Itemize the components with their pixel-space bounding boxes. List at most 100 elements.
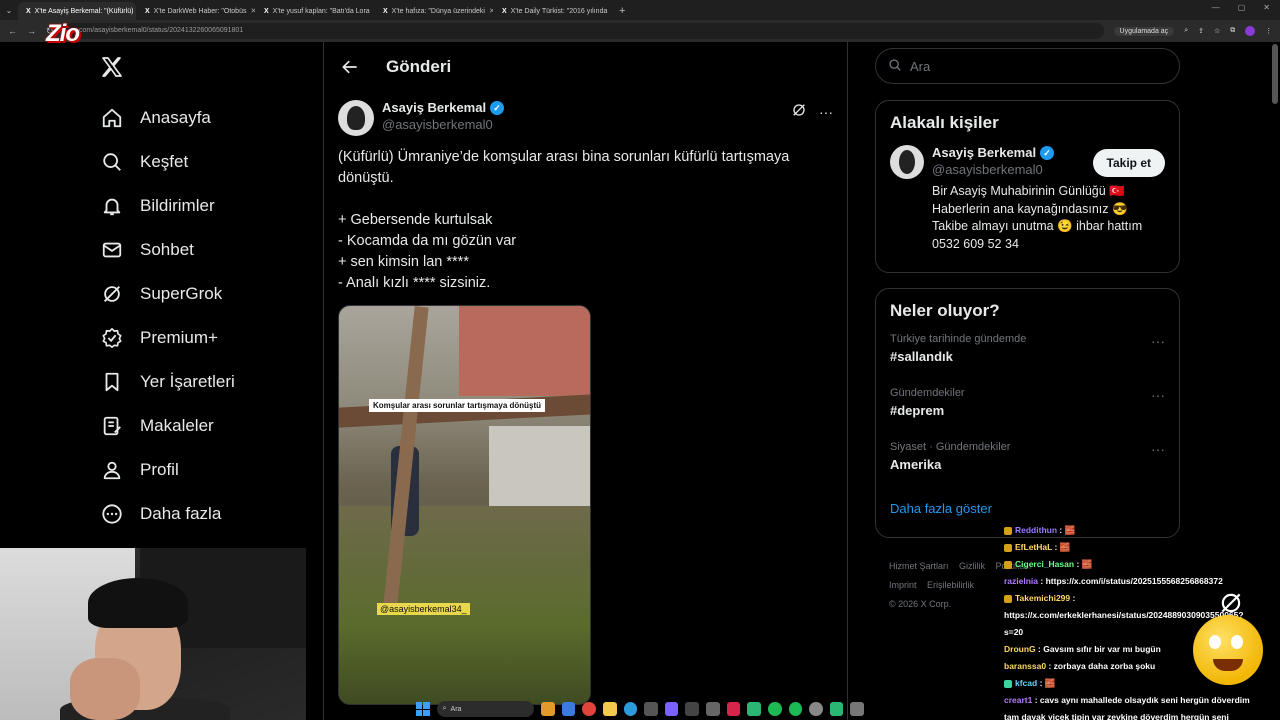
share-icon[interactable]: ⇪ — [1198, 27, 1204, 35]
taskbar-search-placeholder: Ara — [450, 705, 462, 713]
taskbar-app-icon[interactable] — [726, 702, 741, 716]
sidebar-item-label: Makaleler — [140, 416, 214, 435]
back-arrow-icon[interactable] — [340, 57, 360, 77]
taskbar-app-icon[interactable] — [706, 702, 720, 716]
taskbar-app-icon[interactable] — [561, 702, 576, 716]
browser-tab[interactable]: X X'te DarkWeb Haber: "Otobüs ✕ — [137, 2, 255, 20]
post-video[interactable]: Komşular arası sorunlar tartışmaya dönüş… — [338, 305, 591, 705]
close-icon[interactable]: ✕ — [489, 7, 493, 15]
sidebar-item-label: Daha fazla — [140, 504, 222, 523]
taskbar-app-icon[interactable] — [541, 702, 555, 716]
tab-label: X'te hafıza: "Dünya üzerindeki — [391, 7, 485, 15]
footer-link[interactable]: Gizlilik — [959, 561, 985, 571]
chat-text: : 🧱 — [1039, 678, 1056, 688]
scrollbar[interactable] — [1272, 44, 1278, 104]
chat-username: DrounG — [1004, 644, 1036, 654]
bio-line: Haberlerin ana kaynağındasınız 😎 — [932, 201, 1128, 216]
new-tab-icon[interactable]: + — [613, 2, 631, 20]
more-options-icon[interactable]: ··· — [1151, 387, 1165, 403]
taskbar-app-icon[interactable] — [829, 702, 844, 716]
extensions-icon[interactable]: ⧉ — [1230, 27, 1235, 35]
footer-link[interactable]: Hizmet Şartları — [889, 561, 949, 571]
footer-link[interactable]: Imprint — [889, 580, 917, 590]
more-options-icon[interactable]: ··· — [819, 104, 833, 120]
close-icon[interactable]: ✕ — [250, 7, 255, 15]
zoom-icon[interactable]: ⌕ — [1184, 27, 1188, 35]
follow-button[interactable]: Takip et — [1092, 149, 1165, 177]
url-field[interactable]: x.com/asayisberkemal0/status/20241322600… — [63, 23, 1104, 39]
more-options-icon[interactable]: ··· — [1151, 441, 1165, 457]
chrome-icon[interactable] — [582, 702, 596, 716]
chat-text: : https://x.com/i/status/202515556825686… — [1040, 576, 1223, 586]
trend-item[interactable]: Gündemdekiler #deprem ··· — [876, 387, 1179, 441]
webcam-hair — [88, 578, 188, 628]
x-favicon-icon: X — [26, 7, 31, 15]
sidebar-item-bookmarks[interactable]: Yer İşaretleri — [100, 360, 235, 404]
taskbar-app-icon[interactable] — [644, 702, 658, 716]
avatar[interactable] — [890, 145, 924, 179]
laughing-emoji-icon — [1193, 615, 1263, 685]
related-person-bio: Bir Asayiş Muhabirinin Günlüğü 🇹🇷 Haberl… — [932, 183, 1172, 253]
verified-badge-icon — [100, 326, 124, 350]
sidebar-item-chat[interactable]: Sohbet — [100, 228, 235, 272]
grok-icon — [100, 282, 124, 306]
author-name-row[interactable]: Asayiş Berkemal ✓ — [382, 100, 505, 115]
forward-nav-icon[interactable]: → — [27, 26, 36, 36]
person-icon — [100, 458, 124, 482]
tab-label: X'te DarkWeb Haber: "Otobüs — [153, 7, 247, 15]
spotify-icon[interactable] — [767, 702, 782, 716]
obs-icon[interactable] — [809, 702, 823, 716]
sidebar-item-supergrok[interactable]: SuperGrok — [100, 272, 235, 316]
browser-tab[interactable]: XX'te Daily Türkist: "2016 yılında✕ — [494, 2, 612, 20]
close-window-icon[interactable]: ✕ — [1263, 3, 1270, 12]
taskbar-search[interactable]: ⌕ Ara — [436, 701, 535, 717]
menu-icon[interactable]: ⋮ — [1265, 27, 1272, 35]
chat-username: kfcad — [1015, 678, 1038, 688]
taskbar-app-icon[interactable] — [747, 702, 761, 716]
windows-start-icon[interactable] — [416, 702, 430, 716]
browser-tab[interactable]: XX'te Asayiş Berkemal: "(Küfürlü)✕ — [18, 2, 136, 20]
back-nav-icon[interactable]: ← — [8, 26, 17, 36]
taskbar-app-icon[interactable] — [850, 702, 865, 716]
tab-label: X'te Daily Türkist: "2016 yılında — [510, 7, 608, 15]
open-in-app-button[interactable]: Uygulamada aç — [1113, 26, 1175, 36]
sidebar-item-notifications[interactable]: Bildirimler — [100, 184, 235, 228]
maximize-icon[interactable]: ▢ — [1238, 3, 1246, 12]
search-input[interactable]: Ara — [875, 48, 1180, 84]
folder-icon[interactable] — [602, 702, 617, 716]
page-title: Gönderi — [386, 57, 452, 76]
chat-username: razielnia — [1004, 576, 1039, 586]
browser-tab[interactable]: XX'te yusuf kaplan: "Batı'da Lora✕ — [256, 2, 374, 20]
post-text-line: + Gebersende kurtulsak — [338, 212, 493, 228]
profile-avatar-icon[interactable] — [1245, 26, 1256, 36]
author-handle[interactable]: @asayisberkemal0 — [382, 117, 504, 132]
avatar[interactable] — [338, 100, 374, 136]
minimize-icon[interactable]: — — [1212, 3, 1220, 12]
footer-link[interactable]: Erişilebilirlik — [927, 580, 974, 590]
bookmark-star-icon[interactable]: ☆ — [1214, 27, 1220, 35]
sidebar-item-explore[interactable]: Keşfet — [100, 140, 235, 184]
more-options-icon[interactable]: ··· — [1151, 333, 1165, 349]
edge-icon[interactable] — [623, 702, 638, 716]
close-icon[interactable]: ✕ — [611, 7, 612, 15]
browser-tab[interactable]: X X'te hafıza: "Dünya üzerindeki ✕ — [375, 2, 493, 20]
sidebar-item-home[interactable]: Anasayfa — [100, 96, 235, 140]
chat-badge-icon — [1004, 679, 1012, 688]
trend-item[interactable]: Siyaset · Gündemdekiler Amerika ··· — [876, 441, 1179, 495]
x-logo-icon[interactable] — [100, 55, 126, 81]
grok-icon[interactable] — [791, 102, 807, 121]
post-text: (Küfürlü) Ümraniye’de komşular arası bin… — [338, 147, 828, 294]
chat-message: EfLetHaL : 🧱 — [1004, 539, 1280, 556]
sidebar-item-premium[interactable]: Premium+ — [100, 316, 235, 360]
sidebar-item-profile[interactable]: Profil — [100, 448, 235, 492]
tab-list-icon[interactable]: ⌄ — [0, 2, 18, 20]
sidebar-item-articles[interactable]: Makaleler — [100, 404, 235, 448]
sidebar-item-more[interactable]: Daha fazla — [100, 492, 235, 536]
taskbar-app-icon[interactable] — [685, 702, 700, 716]
trend-item[interactable]: Türkiye tarihinde gündemde #sallandık ··… — [876, 333, 1179, 387]
trend-name: Amerika — [890, 457, 942, 472]
taskbar-app-icon[interactable] — [664, 702, 679, 716]
spotify-icon[interactable] — [788, 702, 803, 716]
sidebar-item-label: Sohbet — [140, 240, 194, 259]
chat-text: : 🧱 — [1059, 525, 1076, 535]
